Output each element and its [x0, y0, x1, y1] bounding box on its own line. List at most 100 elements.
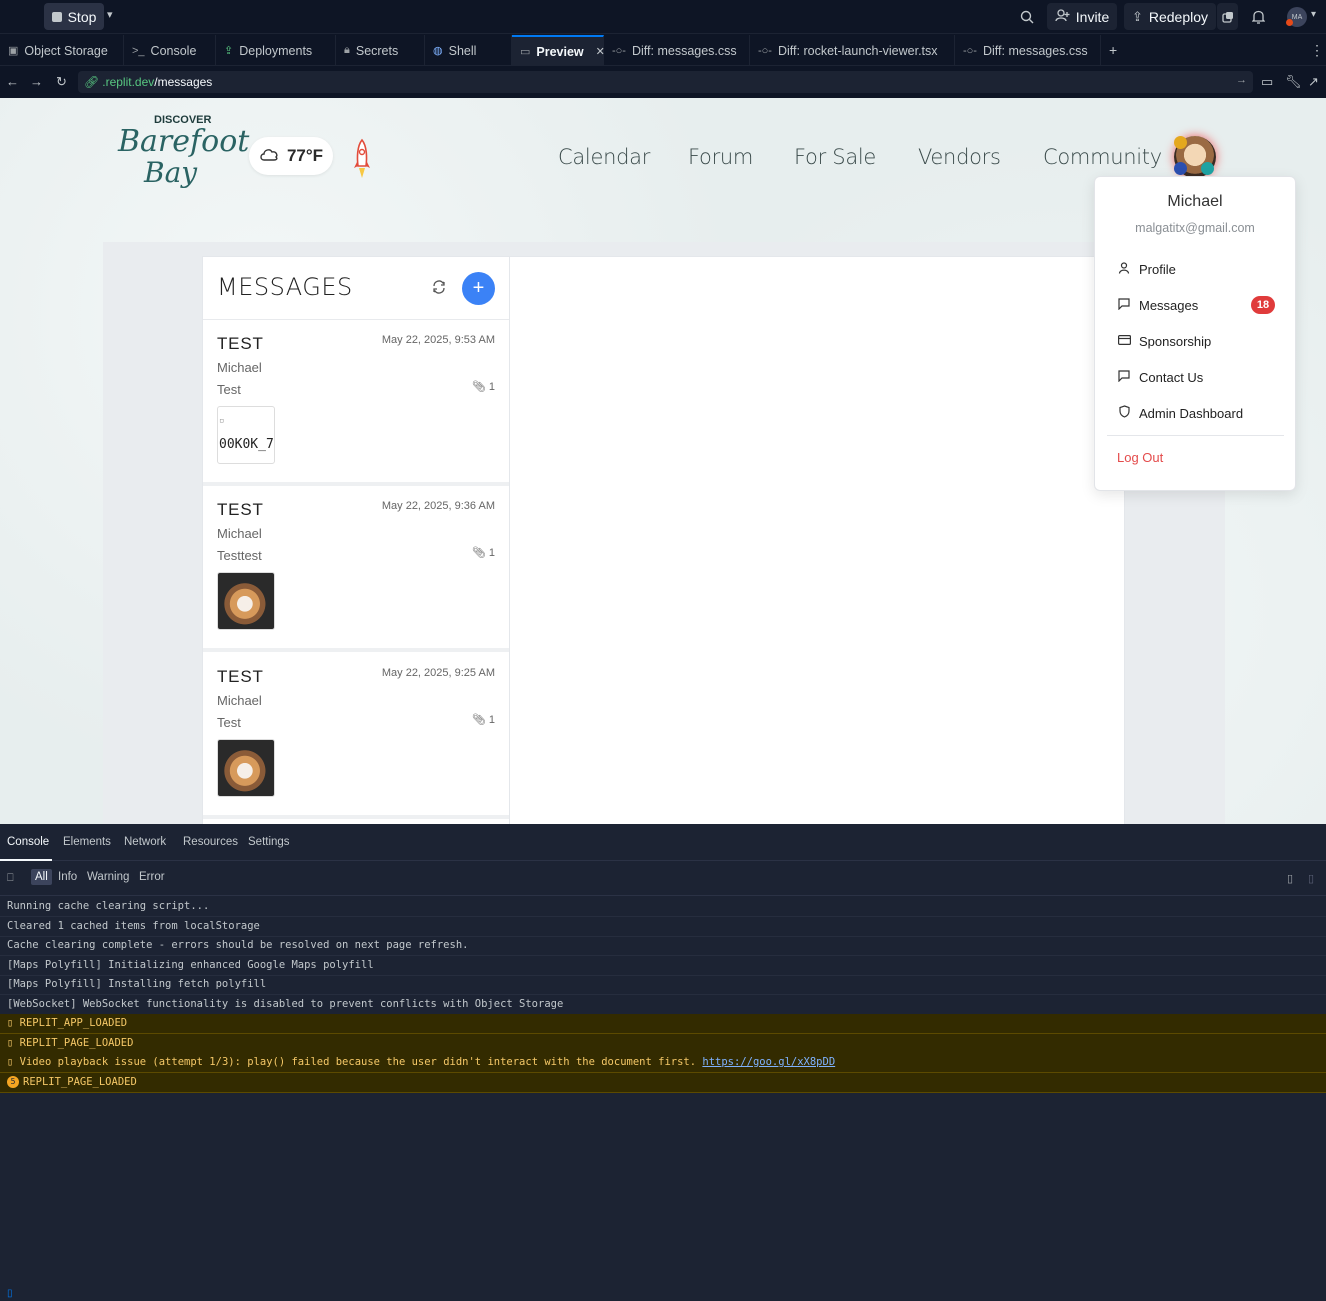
tab-secrets[interactable]: 🔒︎ Secrets: [336, 35, 425, 66]
messages-list-panel: MESSAGES + TEST May 22, 2025, 9:53 AM Mi…: [202, 256, 510, 824]
list-item[interactable]: TEST May 22, 2025, 9:25 AM Michael Test …: [203, 653, 509, 819]
chevron-down-icon[interactable]: ▾: [107, 8, 113, 21]
menu-item-sponsorship[interactable]: Sponsorship: [1107, 327, 1283, 355]
tab-settings[interactable]: Settings: [248, 836, 290, 848]
forward-icon[interactable]: →: [30, 74, 43, 89]
nav-calendar[interactable]: Calendar: [558, 145, 650, 169]
card-icon: [1117, 334, 1131, 348]
new-message-button[interactable]: +: [462, 272, 495, 305]
attachment-thumbnail[interactable]: [217, 739, 275, 797]
shell-icon: ◍: [433, 45, 443, 57]
tab-deployments[interactable]: ⇪ Deployments: [216, 35, 336, 66]
log-link[interactable]: https://goo.gl/xX8pDD: [702, 1056, 835, 1068]
message-sender: Michael: [217, 360, 262, 375]
tab-network[interactable]: Network: [124, 836, 166, 848]
redeploy-button[interactable]: ⇪ Redeploy: [1124, 3, 1216, 30]
rocket-icon: ⇪: [1131, 8, 1143, 24]
add-tab-icon[interactable]: +: [1109, 42, 1117, 58]
log-entry: [Maps Polyfill] Installing fetch polyfil…: [0, 975, 1326, 995]
message-date: May 22, 2025, 9:36 AM: [381, 500, 495, 512]
log-entry: Running cache clearing script...: [0, 897, 1326, 917]
user-menu-dropdown: Michael malgatitx@gmail.com Profile Mess…: [1094, 176, 1296, 491]
tab-console[interactable]: >_ Console: [124, 35, 216, 66]
list-item[interactable]: TEST May 22, 2025, 9:36 AM Michael Testt…: [203, 486, 509, 652]
reload-icon[interactable]: ↻: [56, 74, 67, 90]
search-icon[interactable]: [1017, 3, 1037, 30]
menu-item-messages[interactable]: Messages 18: [1107, 291, 1283, 319]
attachment-count: 📎︎ 1: [471, 714, 495, 726]
devtools-panel: Console Elements Network Resources Setti…: [0, 824, 1326, 1301]
device-icon[interactable]: ▭: [1261, 74, 1273, 90]
warning-icon: ▯: [7, 1037, 14, 1049]
back-icon[interactable]: ←: [6, 74, 19, 89]
attachment-thumbnail[interactable]: ▫ 00K0K_7: [217, 406, 275, 464]
message-date: May 22, 2025, 9:25 AM: [381, 667, 495, 679]
tab-elements[interactable]: Elements: [63, 836, 111, 848]
warning-icon: ▯: [7, 1056, 14, 1068]
user-name: Michael: [1167, 193, 1223, 210]
nav-forum[interactable]: Forum: [688, 145, 753, 169]
logout-button[interactable]: Log Out: [1117, 450, 1163, 465]
storage-icon: ▣: [8, 45, 19, 57]
url-input[interactable]: 🔗︎ .replit.dev /messages →: [78, 71, 1253, 93]
log-entry-warning: ▯ REPLIT_PAGE_LOADED: [0, 1034, 1326, 1054]
devtools-tabs: Console Elements Network Resources Setti…: [0, 824, 1326, 861]
menu-item-profile[interactable]: Profile: [1107, 255, 1283, 283]
clear-console-icon[interactable]: ⎕: [7, 872, 14, 885]
stop-button[interactable]: Stop: [44, 3, 104, 30]
panel-icon[interactable]: ▯: [1308, 872, 1314, 885]
tab-diff-rocket-launch-viewer[interactable]: -○- Diff: rocket-launch-viewer.tsx: [750, 35, 955, 66]
wrench-icon[interactable]: 🔧︎: [1285, 74, 1302, 90]
panel-icon[interactable]: ▯: [1287, 872, 1293, 885]
stop-label: Stop: [67, 8, 97, 25]
lock-icon: 🔒︎: [344, 44, 350, 56]
message-preview: Testtest: [217, 548, 262, 563]
weather-widget[interactable]: 77°F: [249, 137, 333, 175]
refresh-icon[interactable]: [430, 279, 448, 297]
tab-shell[interactable]: ◍ Shell: [425, 35, 512, 66]
rocket-icon[interactable]: [351, 138, 373, 182]
broken-image-icon: ▫: [219, 416, 225, 426]
preview-frame: DISCOVER Barefoot Bay 77°F Calendar Foru…: [0, 98, 1326, 824]
terminal-icon: >_: [132, 44, 145, 57]
nav-community[interactable]: Community: [1043, 145, 1162, 169]
filter-all[interactable]: All: [31, 869, 52, 885]
site-logo[interactable]: DISCOVER Barefoot Bay: [118, 112, 249, 192]
nav-for-sale[interactable]: For Sale: [794, 145, 876, 169]
console-prompt-icon[interactable]: ▯: [7, 1288, 13, 1299]
tab-diff-messages-css-2[interactable]: -○- Diff: messages.css: [955, 35, 1101, 66]
tab-console[interactable]: Console: [7, 836, 49, 848]
filter-warning[interactable]: Warning: [87, 871, 129, 883]
chevron-down-icon[interactable]: ▾: [1311, 9, 1316, 20]
go-icon[interactable]: →: [1236, 74, 1247, 86]
tab-diff-messages-css[interactable]: -○- Diff: messages.css: [604, 35, 750, 66]
deploy-options-icon[interactable]: [1217, 3, 1238, 30]
message-subject: TEST: [217, 500, 264, 519]
filter-info[interactable]: Info: [58, 871, 77, 883]
tab-resources[interactable]: Resources: [183, 836, 238, 848]
repeat-count-badge: 5: [7, 1076, 19, 1088]
list-item[interactable]: TEST May 22, 2025, 9:53 AM Michael Test …: [203, 320, 509, 486]
cloud-icon: [259, 146, 279, 166]
monitor-icon: ▭: [520, 46, 531, 58]
ide-top-bar: Stop ▾ Invite ⇪ Redeploy MA ▾: [0, 0, 1326, 34]
unread-badge: 18: [1251, 296, 1275, 314]
message-subject: TEST: [217, 667, 264, 686]
person-icon: [1117, 261, 1131, 277]
nav-vendors[interactable]: Vendors: [918, 145, 1001, 169]
tab-preview[interactable]: ▭ Preview ✕: [512, 35, 605, 66]
attachment-thumbnail[interactable]: [217, 572, 275, 630]
more-icon[interactable]: ⋮: [1310, 42, 1324, 59]
chat-icon: [1117, 297, 1131, 313]
redeploy-label: Redeploy: [1148, 8, 1209, 25]
deploy-icon: ⇪: [224, 45, 234, 57]
external-link-icon[interactable]: ↗: [1308, 74, 1319, 90]
filter-error[interactable]: Error: [139, 871, 165, 883]
invite-button[interactable]: Invite: [1047, 3, 1117, 30]
menu-item-admin-dashboard[interactable]: Admin Dashboard: [1107, 399, 1283, 427]
bell-icon[interactable]: [1249, 3, 1267, 30]
menu-item-contact-us[interactable]: Contact Us: [1107, 363, 1283, 391]
message-preview: Test: [217, 715, 241, 730]
dog-photo: [218, 740, 274, 796]
tab-object-storage[interactable]: ▣ Object Storage: [0, 35, 124, 66]
